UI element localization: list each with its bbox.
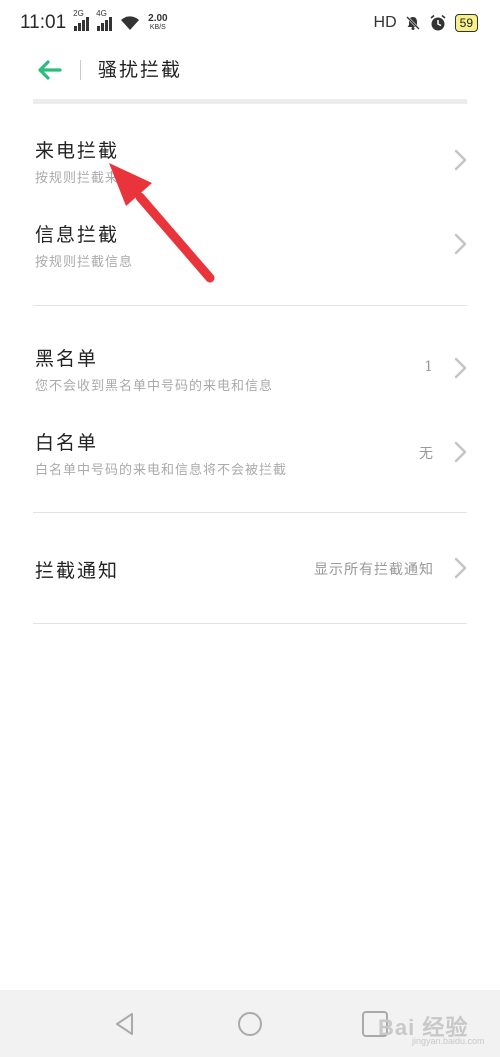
- row-subtitle: 您不会收到黑名单中号码的来电和信息: [35, 379, 274, 394]
- row-title: 信息拦截: [35, 224, 120, 246]
- status-bar: 11:01 2G 4G 2.00 KB/S HD 59: [0, 0, 500, 46]
- settings-row-blacklist[interactable]: 黑名单 您不会收到黑名单中号码的来电和信息 1: [0, 326, 500, 406]
- network-speed-unit: KB/S: [149, 24, 166, 31]
- sim2-network-label: 4G: [96, 9, 107, 18]
- settings-row-call-blocking[interactable]: 来电拦截 按规则拦截来电: [0, 118, 500, 198]
- bell-muted-icon: [405, 16, 420, 30]
- header-rule: [33, 99, 467, 104]
- row-title: 拦截通知: [35, 560, 120, 582]
- row-title: 白名单: [35, 432, 99, 454]
- chevron-right-icon: [454, 557, 467, 579]
- page-header: 骚扰拦截: [0, 46, 500, 94]
- status-right: HD 59: [374, 14, 478, 32]
- header-divider: [80, 60, 81, 80]
- sim1-network-label: 2G: [73, 9, 84, 18]
- row-subtitle: 按规则拦截来电: [35, 171, 134, 186]
- back-button[interactable]: [32, 56, 66, 84]
- whitelist-value: 无: [419, 446, 434, 462]
- signal-icon-sim2: 4G: [96, 9, 113, 31]
- alarm-icon: [430, 14, 446, 31]
- settings-row-whitelist[interactable]: 白名单 白名单中号码的来电和信息将不会被拦截 无: [0, 410, 500, 490]
- chevron-right-icon: [454, 233, 467, 255]
- chevron-right-icon: [454, 357, 467, 379]
- watermark-url: jingyan.baidu.com: [412, 1036, 485, 1046]
- status-left: 11:01 2G 4G 2.00 KB/S: [20, 9, 168, 34]
- section-divider: [33, 305, 467, 306]
- page-title: 骚扰拦截: [98, 59, 183, 81]
- row-subtitle: 按规则拦截信息: [35, 255, 134, 270]
- wifi-icon: [121, 16, 140, 30]
- chevron-right-icon: [454, 441, 467, 463]
- network-speed: 2.00 KB/S: [148, 14, 167, 32]
- status-time: 11:01: [20, 12, 67, 33]
- blacklist-count: 1: [424, 359, 434, 375]
- section-divider: [33, 623, 467, 624]
- settings-row-block-notification[interactable]: 拦截通知 显示所有拦截通知: [0, 530, 500, 610]
- battery-indicator: 59: [454, 14, 478, 32]
- settings-row-message-blocking[interactable]: 信息拦截 按规则拦截信息: [0, 202, 500, 282]
- back-arrow-icon: [38, 60, 62, 80]
- row-title: 黑名单: [35, 348, 99, 370]
- nav-home-icon[interactable]: [235, 1009, 265, 1039]
- network-speed-value: 2.00: [148, 13, 168, 24]
- signal-icon-sim1: 2G: [73, 9, 90, 31]
- section-divider: [33, 512, 467, 513]
- hd-voice-label: HD: [373, 14, 397, 31]
- chevron-right-icon: [454, 149, 467, 171]
- notification-setting-value: 显示所有拦截通知: [314, 562, 434, 578]
- row-title: 来电拦截: [35, 140, 120, 162]
- nav-back-icon[interactable]: [110, 1009, 140, 1039]
- row-subtitle: 白名单中号码的来电和信息将不会被拦截: [35, 463, 288, 478]
